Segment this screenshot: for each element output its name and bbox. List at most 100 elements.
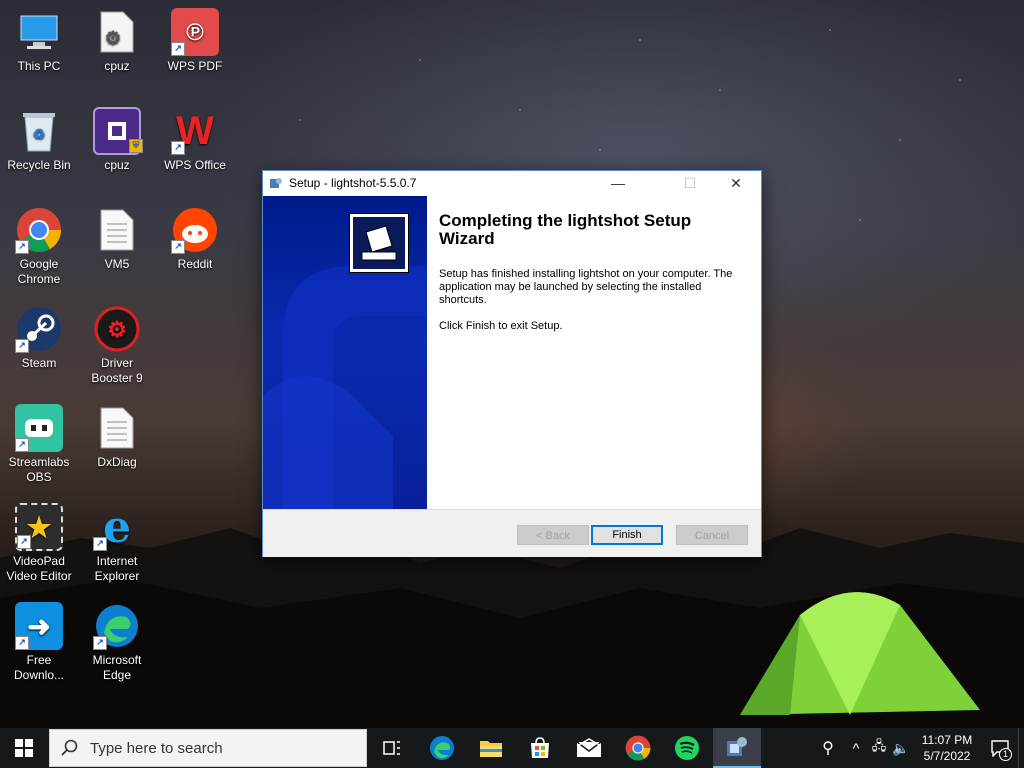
shortcut-arrow-icon: ↗ <box>171 141 185 155</box>
svg-text:⚙: ⚙ <box>105 28 121 48</box>
clock-time: 11:07 PM <box>921 733 973 747</box>
shortcut-arrow-icon: ↗ <box>93 537 107 551</box>
chevron-up-icon[interactable]: ^ <box>844 740 868 756</box>
show-desktop-button[interactable] <box>1018 728 1024 768</box>
desktop-icon-label: Steam <box>21 356 57 370</box>
svg-text:⚙: ⚙ <box>107 317 127 342</box>
setup-window: Setup - lightshot-5.5.0.7 — ☐ ✕ Completi… <box>262 170 762 557</box>
desktop-icon-cpuz[interactable]: ⛨ cpuz <box>79 107 155 173</box>
text-file-icon <box>93 404 141 452</box>
start-button[interactable] <box>0 728 48 768</box>
people-icon[interactable]: ⚲ <box>812 738 844 758</box>
desktop-icon-vm5[interactable]: VM5 <box>79 206 155 272</box>
gear-file-icon: ⚙ <box>93 8 141 56</box>
desktop-icon-cpuz-file[interactable]: ⚙ cpuz <box>79 8 155 74</box>
taskbar-setup-app[interactable] <box>713 728 761 768</box>
taskbar-search-box[interactable]: Type here to search <box>49 729 367 767</box>
desktop-icon-label: Recycle Bin <box>7 158 71 172</box>
desktop-icon-label: This PC <box>17 59 61 73</box>
shield-icon: ⛨ <box>129 139 143 153</box>
window-titlebar[interactable]: Setup - lightshot-5.5.0.7 — ☐ ✕ <box>263 171 761 195</box>
minimize-button[interactable]: — <box>595 171 641 195</box>
desktop-icon-microsoft-edge[interactable]: ↗ Microsoft Edge <box>79 602 155 683</box>
cpuz-icon: ⛨ <box>93 107 143 155</box>
search-placeholder: Type here to search <box>90 739 223 757</box>
finish-button[interactable]: Finish <box>591 525 663 545</box>
driver-booster-icon: ⚙ <box>93 305 141 353</box>
desktop-icon-google-chrome[interactable]: ↗ Google Chrome <box>1 206 77 287</box>
edge-icon: ↗ <box>93 602 141 650</box>
desktop-icon-dxdiag[interactable]: DxDiag <box>79 404 155 470</box>
notification-button[interactable]: 1 <box>982 728 1018 768</box>
window-title: Setup - lightshot-5.5.0.7 <box>289 176 417 190</box>
desktop-icon-reddit[interactable]: ↗ Reddit <box>157 206 233 272</box>
task-view-button[interactable] <box>368 728 416 768</box>
steam-icon: ↗ <box>15 305 63 353</box>
store-icon <box>531 737 549 758</box>
taskbar: Type here to search ⚲ ^ 🖧 🔈 11:07 PM 5/7… <box>0 728 1024 768</box>
reddit-icon: ↗ <box>171 206 219 254</box>
taskbar-file-explorer[interactable] <box>467 728 515 768</box>
desktop-icon-driver-booster[interactable]: ⚙ Driver Booster 9 <box>79 305 155 386</box>
desktop-icon-this-pc[interactable]: This PC <box>1 8 77 74</box>
desktop-icon-label: WPS PDF <box>167 59 223 73</box>
desktop-icon-label: Free Downlo... <box>13 653 65 682</box>
desktop-icon-internet-explorer[interactable]: e ↗ Internet Explorer <box>79 503 155 584</box>
taskbar-chrome[interactable] <box>614 728 662 768</box>
shortcut-arrow-icon: ↗ <box>15 339 29 353</box>
desktop-icon-free-download[interactable]: ➜ ↗ Free Downlo... <box>1 602 77 683</box>
maximize-button[interactable]: ☐ <box>667 171 713 195</box>
clock[interactable]: 11:07 PM 5/7/2022 <box>912 732 982 764</box>
taskbar-edge[interactable] <box>418 728 466 768</box>
task-view-icon <box>383 741 400 755</box>
shortcut-arrow-icon: ↗ <box>93 636 107 650</box>
edge-icon <box>430 736 454 760</box>
desktop-icon-label: Driver Booster 9 <box>91 356 143 385</box>
desktop-icon-label: DxDiag <box>97 455 137 469</box>
desktop-icon-label: Internet Explorer <box>94 554 140 583</box>
back-button[interactable]: < Back <box>517 525 589 545</box>
free-download-icon: ➜ ↗ <box>15 602 63 650</box>
volume-icon[interactable]: 🔈 <box>890 740 912 757</box>
desktop-icon-label: VM5 <box>104 257 130 271</box>
notification-count: 1 <box>999 748 1012 761</box>
close-button[interactable]: ✕ <box>713 171 759 195</box>
shortcut-arrow-icon: ↗ <box>15 438 29 452</box>
ie-icon: e ↗ <box>93 503 141 551</box>
taskbar-microsoft-store[interactable] <box>516 728 564 768</box>
desktop-icon-wps-office[interactable]: W ↗ WPS Office <box>157 107 233 173</box>
desktop-icon-label: VideoPad Video Editor <box>6 554 72 583</box>
desktop-icon-label: WPS Office <box>164 158 226 172</box>
search-icon <box>50 739 90 757</box>
cancel-button[interactable]: Cancel <box>676 525 748 545</box>
desktop-icon-label: cpuz <box>104 59 130 73</box>
wallpaper-tent <box>740 592 980 715</box>
streamlabs-icon: ↗ <box>15 404 63 452</box>
shortcut-arrow-icon: ↗ <box>17 535 31 549</box>
desktop-icon-steam[interactable]: ↗ Steam <box>1 305 77 371</box>
taskbar-spotify[interactable] <box>663 728 711 768</box>
network-icon[interactable]: 🖧 <box>868 737 890 759</box>
taskbar-mail[interactable] <box>565 728 613 768</box>
desktop-icon-recycle-bin[interactable]: ♻ Recycle Bin <box>1 107 77 173</box>
spotify-icon <box>675 736 699 760</box>
shortcut-arrow-icon: ↗ <box>15 636 29 650</box>
system-tray: ⚲ ^ 🖧 🔈 11:07 PM 5/7/2022 1 <box>812 728 1024 768</box>
wizard-heading: Completing the lightshot Setup Wizard <box>439 211 692 248</box>
wps-office-icon: W ↗ <box>171 107 219 155</box>
shortcut-arrow-icon: ↗ <box>171 240 185 254</box>
desktop-icon-videopad[interactable]: ★ ↗ VideoPad Video Editor <box>1 503 77 584</box>
recycle-bin-icon: ♻ <box>15 107 63 155</box>
svg-text:♻: ♻ <box>33 126 46 142</box>
folder-icon <box>480 741 502 757</box>
windows-logo-icon <box>15 739 33 757</box>
desktop-icon-label: Google Chrome <box>17 257 61 286</box>
mail-icon <box>576 738 602 757</box>
desktop-icon-streamlabs-obs[interactable]: ↗ Streamlabs OBS <box>1 404 77 485</box>
wizard-body-text: Setup has finished installing lightshot … <box>439 268 733 306</box>
desktop-icon-label: Reddit <box>177 257 213 271</box>
chrome-icon <box>625 735 651 761</box>
wizard-exit-text: Click Finish to exit Setup. <box>439 320 563 332</box>
text-file-icon <box>93 206 141 254</box>
desktop-icon-wps-pdf[interactable]: ℗ ↗ WPS PDF <box>157 8 233 74</box>
